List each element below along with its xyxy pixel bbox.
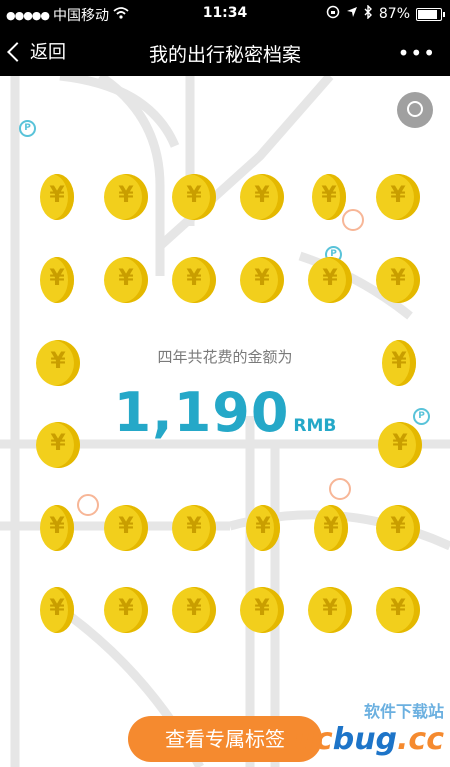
- yuan-coin-icon: [172, 587, 216, 633]
- battery-percent: 87%: [378, 6, 410, 22]
- amount-value: 1,190: [113, 381, 290, 444]
- spend-amount: 1,190 RMB: [0, 381, 450, 444]
- yuan-coin-icon: [376, 587, 420, 633]
- battery-fill: [418, 9, 438, 19]
- amount-unit: RMB: [293, 416, 337, 436]
- yuan-coin-icon: [376, 257, 420, 303]
- cart-icon: [329, 478, 351, 500]
- yuan-coin-icon: [240, 174, 284, 220]
- yuan-coin-icon: [172, 505, 216, 551]
- battery-icon: [416, 7, 445, 21]
- more-options-button[interactable]: •••: [398, 41, 436, 65]
- status-bar: ●●●●● 中国移动 11:34 87%: [0, 0, 450, 28]
- yuan-coin-icon: [104, 505, 148, 551]
- yuan-coin-icon: [40, 505, 74, 551]
- yuan-coin-icon: [308, 257, 352, 303]
- yuan-coin-icon: [240, 257, 284, 303]
- travel-archive-map: P P P 四年共花费的金额为 1,190R: [0, 76, 450, 767]
- yuan-coin-icon: [246, 505, 280, 551]
- yuan-coin-icon: [314, 505, 348, 551]
- yuan-coin-icon: [376, 505, 420, 551]
- watermark-top-text: 软件下载站: [363, 702, 444, 721]
- yuan-coin-icon: [172, 257, 216, 303]
- location-arrow-icon: [346, 6, 358, 22]
- yuan-coin-icon: [240, 587, 284, 633]
- yuan-coin-icon: [376, 174, 420, 220]
- yuan-coin-icon: [104, 174, 148, 220]
- watermark-logo: 软件下载站 ucbug.cc: [294, 698, 444, 757]
- cloud-icon: [77, 494, 99, 516]
- yuan-coin-icon: [104, 257, 148, 303]
- yuan-coin-icon: [40, 587, 74, 633]
- compass-icon[interactable]: [397, 92, 433, 128]
- parking-icon: P: [19, 120, 36, 137]
- yuan-coin-icon: [40, 257, 74, 303]
- status-right: 87%: [326, 4, 445, 23]
- rotation-lock-icon: [326, 5, 340, 23]
- yuan-coin-icon: [312, 174, 346, 220]
- watermark-main-text: ucbug.cc: [293, 722, 444, 757]
- page-title: 我的出行秘密档案: [148, 44, 301, 66]
- nav-bar: 返回 我的出行秘密档案 •••: [0, 28, 450, 76]
- bluetooth-icon: [364, 4, 373, 23]
- yuan-coin-icon: [172, 174, 216, 220]
- spend-summary-label: 四年共花费的金额为: [157, 348, 293, 366]
- yuan-coin-icon: [40, 174, 74, 220]
- yuan-coin-icon: [104, 587, 148, 633]
- yuan-coin-icon: [308, 587, 352, 633]
- car-icon: [342, 209, 364, 231]
